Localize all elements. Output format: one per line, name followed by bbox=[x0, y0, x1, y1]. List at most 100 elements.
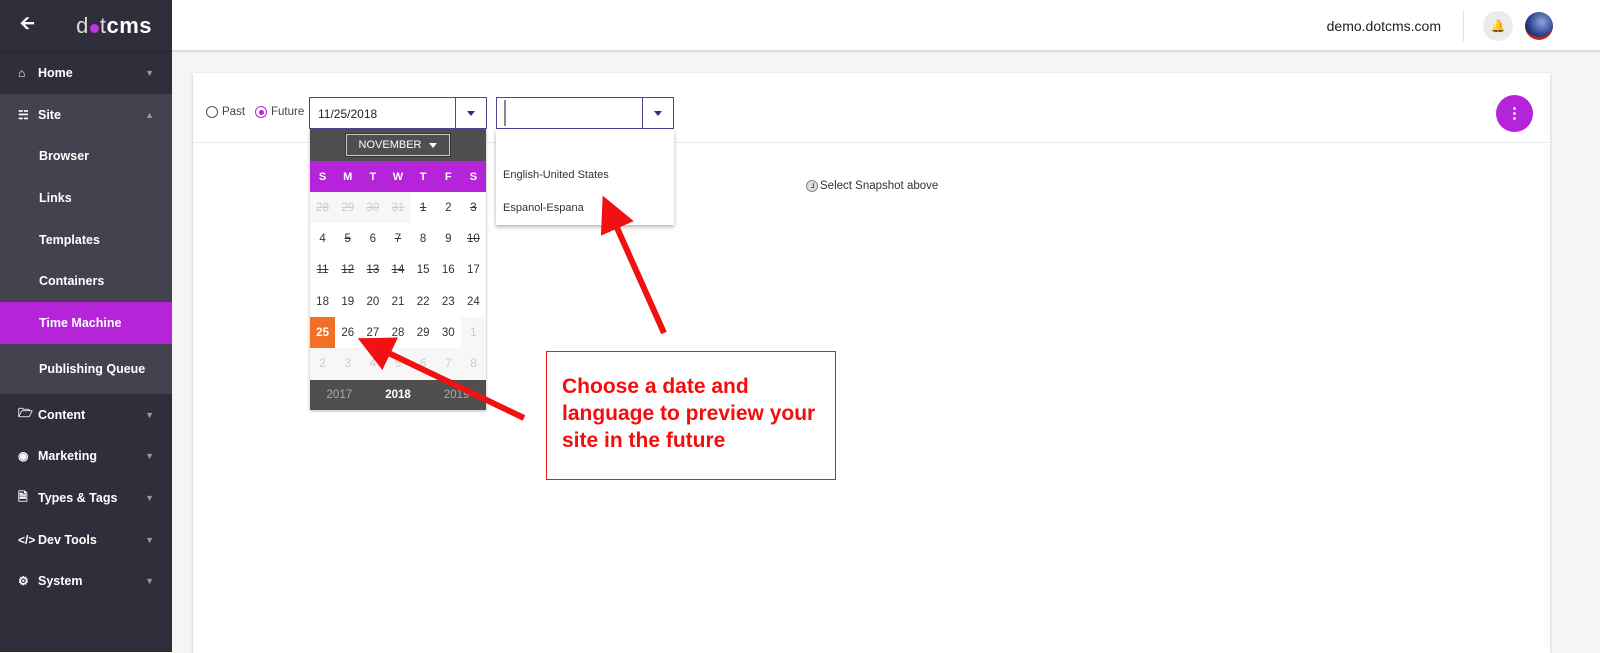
calendar-day: 28 bbox=[310, 192, 336, 224]
weekday-label: F bbox=[444, 170, 452, 183]
calendar-day: 10 bbox=[467, 232, 480, 245]
calendar-day[interactable]: 29 bbox=[411, 317, 436, 348]
future-label: Future bbox=[271, 106, 305, 118]
calendar-day[interactable]: 2 bbox=[436, 192, 461, 223]
annotation-callout: Choose a date and language to preview yo… bbox=[546, 351, 836, 480]
calendar-day[interactable]: 23 bbox=[436, 286, 461, 317]
chevron-up-icon: ▲ bbox=[145, 109, 154, 120]
top-header: demo.dotcms.com 🔔 bbox=[172, 0, 1600, 52]
calendar-day: 31 bbox=[385, 192, 411, 224]
calendar-day: 12 bbox=[341, 264, 355, 277]
calendar-day[interactable]: 28 bbox=[385, 317, 410, 348]
notification-bell-icon[interactable]: 🔔 bbox=[1483, 11, 1513, 41]
weekday-label: W bbox=[392, 170, 404, 183]
calendar-day[interactable]: 6 bbox=[360, 223, 385, 254]
calendar-day[interactable]: 27 bbox=[360, 317, 385, 348]
avatar[interactable] bbox=[1525, 12, 1553, 40]
language-value[interactable] bbox=[504, 100, 642, 126]
chevron-down-icon: ▼ bbox=[145, 409, 154, 420]
radio-circle bbox=[206, 106, 218, 118]
calendar-days: 28 29 30 31 1 2 3 4 5 6 7 8 9 10 11 12 13 14 15 16 17 18 19 20 2… bbox=[310, 192, 486, 380]
sidebar-subitem-browser[interactable]: Browser bbox=[0, 135, 172, 177]
future-radio[interactable]: Future bbox=[255, 106, 304, 118]
calendar-day[interactable]: 16 bbox=[436, 255, 461, 286]
weekday-label: S bbox=[469, 170, 478, 183]
date-picker-input[interactable]: 11/25/2018 bbox=[309, 97, 487, 129]
calendar-day-selected[interactable]: 25 bbox=[310, 317, 336, 349]
sidebar-item-site[interactable]: ☵ Site ▲ bbox=[0, 94, 172, 136]
year-option[interactable]: 2018 bbox=[385, 389, 411, 401]
sidebar-item-dev-tools[interactable]: </> Dev Tools ▼ bbox=[0, 519, 172, 561]
sidebar-item-home[interactable]: ⌂ Home ▼ bbox=[0, 52, 172, 94]
chevron-down-icon: ▼ bbox=[145, 67, 154, 78]
sidebar-subitem-links[interactable]: Links bbox=[0, 177, 172, 219]
date-value[interactable]: 11/25/2018 bbox=[310, 98, 455, 128]
calendar-day[interactable]: 8 bbox=[411, 223, 436, 254]
calendar-day[interactable]: 21 bbox=[385, 286, 410, 317]
calendar-day[interactable]: 18 bbox=[310, 286, 335, 317]
calendar-day: 8 bbox=[460, 348, 486, 380]
calendar-day[interactable]: 4 bbox=[310, 223, 335, 254]
divider bbox=[1463, 10, 1464, 42]
dotcms-logo[interactable]: d tcms bbox=[76, 13, 152, 39]
sidebar-item-label: Site bbox=[38, 107, 61, 122]
language-select[interactable] bbox=[496, 97, 674, 129]
date-dropdown-button[interactable] bbox=[455, 98, 486, 128]
calendar-day: 1 bbox=[419, 201, 427, 214]
site-selector[interactable]: demo.dotcms.com bbox=[1327, 18, 1441, 34]
month-label: NOVEMBER bbox=[358, 139, 422, 151]
logo-bar: 🡨 d tcms bbox=[0, 0, 172, 52]
weekday-header: SMTWTFS bbox=[310, 161, 486, 192]
past-label: Past bbox=[222, 106, 246, 118]
weekday-label: T bbox=[369, 170, 377, 183]
language-dropdown-button[interactable] bbox=[642, 98, 673, 128]
language-option-spanish[interactable]: Espanol-Espana bbox=[503, 202, 584, 214]
time-machine-panel: Past Future 11/25/2018 ⋮ Select Snapshot… bbox=[193, 73, 1550, 653]
back-arrow-icon[interactable]: 🡨 bbox=[20, 11, 35, 41]
chevron-down-icon: ▼ bbox=[145, 493, 154, 504]
chevron-down-icon: ▼ bbox=[145, 451, 154, 462]
sidebar-item-types-tags[interactable]: 🗎 Types & Tags ▼ bbox=[0, 477, 172, 519]
language-option-english[interactable]: English-United States bbox=[503, 169, 609, 181]
calendar-day: 5 bbox=[385, 348, 411, 380]
calendar-month-bar: NOVEMBER bbox=[310, 129, 486, 161]
year-option[interactable]: 2017 bbox=[327, 389, 353, 401]
snapshot-text: Select Snapshot above bbox=[820, 180, 939, 192]
calendar-day[interactable]: 15 bbox=[411, 255, 436, 286]
sidebar-item-content[interactable]: 🗁 Content ▼ bbox=[0, 394, 172, 436]
sidebar-subitem-time-machine[interactable]: Time Machine bbox=[0, 302, 172, 344]
gear-icon: ⚙ bbox=[18, 574, 29, 589]
calendar-day[interactable]: 17 bbox=[461, 255, 486, 286]
sidebar-item-system[interactable]: ⚙ System ▼ bbox=[0, 561, 172, 603]
file-icon: 🗎 bbox=[18, 489, 28, 504]
past-radio[interactable]: Past bbox=[206, 106, 245, 118]
target-icon: ◉ bbox=[18, 449, 29, 464]
calendar-day[interactable]: 20 bbox=[360, 286, 385, 317]
calendar-day: 3 bbox=[335, 348, 361, 380]
weekday-label: S bbox=[318, 170, 327, 183]
year-option[interactable]: 2019 bbox=[444, 389, 470, 401]
calendar-day[interactable]: 9 bbox=[436, 223, 461, 254]
calendar-day[interactable]: 30 bbox=[436, 317, 461, 348]
calendar-day: 3 bbox=[470, 201, 477, 214]
month-select[interactable]: NOVEMBER bbox=[344, 133, 452, 157]
sidebar-subitem-containers[interactable]: Containers bbox=[0, 260, 172, 302]
folder-icon: 🗁 bbox=[18, 406, 33, 421]
calendar-day[interactable]: 19 bbox=[335, 286, 360, 317]
sidebar-item-marketing[interactable]: ◉ Marketing ▼ bbox=[0, 436, 172, 478]
calendar-day: 29 bbox=[335, 192, 361, 224]
sidebar-subitem-templates[interactable]: Templates bbox=[0, 219, 172, 261]
chevron-down-icon: ▼ bbox=[145, 534, 154, 545]
calendar-day: 7 bbox=[394, 232, 402, 245]
calendar-popup: NOVEMBER SMTWTFS 28 29 30 31 1 2 3 4 5 6 7 8 9 10 11 12… bbox=[310, 129, 486, 410]
weekday-label: T bbox=[419, 170, 427, 183]
calendar-day: 30 bbox=[360, 192, 386, 224]
radio-circle bbox=[255, 106, 267, 118]
calendar-day[interactable]: 24 bbox=[461, 286, 486, 317]
calendar-day[interactable]: 22 bbox=[411, 286, 436, 317]
more-actions-button[interactable]: ⋮ bbox=[1496, 95, 1533, 132]
calendar-day[interactable]: 26 bbox=[335, 317, 360, 348]
sidebar-subitem-publishing-queue[interactable]: Publishing Queue bbox=[0, 344, 172, 394]
calendar-day: 5 bbox=[344, 232, 351, 245]
sidebar-item-label: Dev Tools bbox=[38, 532, 97, 547]
